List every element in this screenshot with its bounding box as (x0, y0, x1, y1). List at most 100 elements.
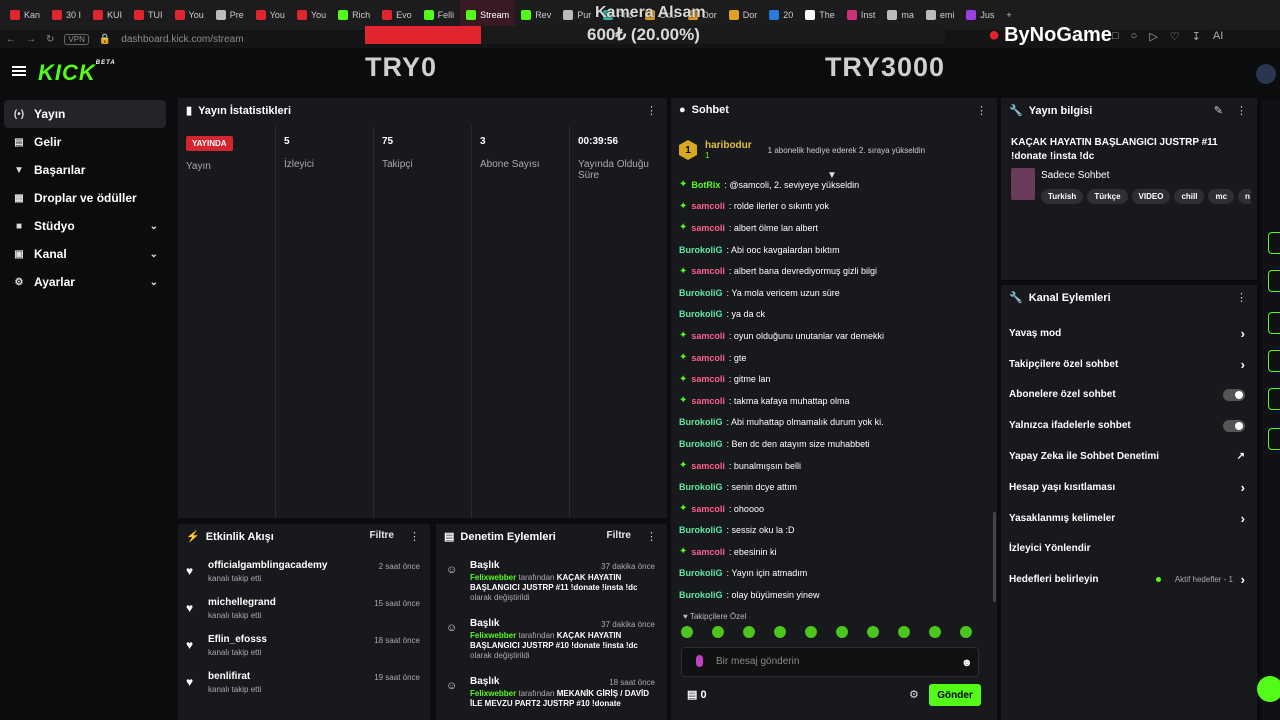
moderator-name[interactable]: Felixwebber (470, 631, 516, 640)
help-button[interactable] (1257, 676, 1280, 702)
category-name[interactable]: Sadece Sohbet (1041, 170, 1109, 181)
browser-tab[interactable]: emi (920, 0, 961, 30)
stream-tag[interactable]: Türkçe (1087, 189, 1128, 204)
shield-icon[interactable]: ○ (1131, 30, 1138, 43)
chat-username[interactable]: samcoli (691, 331, 725, 341)
chat-username[interactable]: samcoli (691, 396, 725, 406)
stream-tag[interactable]: chill (1174, 189, 1205, 204)
activity-item[interactable]: ♥ michellegrand kanalı takip etti 15 saat ö… (178, 593, 430, 630)
browser-tab[interactable]: ma (881, 0, 920, 30)
emote-icon[interactable] (898, 626, 910, 638)
channel-action-item[interactable]: Abonelere özel sohbet (1001, 380, 1257, 411)
stats-menu-icon[interactable]: ⋮ (646, 104, 657, 117)
mic-icon[interactable] (696, 655, 703, 667)
browser-tab[interactable]: 30 I (46, 0, 87, 30)
activity-item[interactable]: ♥ benlifirat kanalı takip etti 19 saat önce (178, 667, 430, 704)
moderation-item[interactable]: ☺ Başlık 37 dakika önce Felixwebber tarafın… (436, 556, 667, 614)
sidebar-item[interactable]: ▤ Gelir (4, 128, 166, 156)
chat-username[interactable]: samcoli (691, 201, 725, 211)
moderation-filter-button[interactable]: Filtre (607, 530, 631, 541)
browser-tab[interactable]: Inst (841, 0, 882, 30)
emote-icon[interactable] (836, 626, 848, 638)
chevron-down-icon[interactable]: ⌄ (150, 249, 158, 260)
channel-action-item[interactable]: İzleyici Yönlendir (1001, 534, 1257, 565)
emote-icon[interactable] (867, 626, 879, 638)
chevron-right-icon[interactable]: › (1241, 326, 1245, 341)
chat-username[interactable]: BurokoliG (679, 482, 723, 492)
sidebar-item[interactable]: ■ Stüdyo ⌄ (4, 212, 166, 240)
emote-icon[interactable] (743, 626, 755, 638)
external-link-icon[interactable]: ↗ (1237, 451, 1245, 462)
user-avatar[interactable] (1256, 64, 1276, 84)
chat-username[interactable]: BurokoliG (679, 525, 723, 535)
heart-icon[interactable]: ♡ (1170, 30, 1180, 43)
chevron-right-icon[interactable]: › (1241, 572, 1245, 587)
channel-action-item[interactable]: Yapay Zeka ile Sohbet Denetimi ↗ (1001, 441, 1257, 472)
browser-tab[interactable]: The (799, 0, 841, 30)
chat-username[interactable]: samcoli (691, 504, 725, 514)
chat-settings-icon[interactable]: ⚙ (909, 688, 919, 701)
sidebar-item[interactable]: ⚙ Ayarlar ⌄ (4, 268, 166, 296)
chevron-down-icon[interactable]: ⌄ (150, 221, 158, 232)
chat-username[interactable]: samcoli (691, 353, 725, 363)
activity-filter-button[interactable]: Filtre (370, 530, 394, 541)
emote-icon[interactable] (929, 626, 941, 638)
stream-tag[interactable]: VIDEO (1131, 189, 1171, 204)
browser-tab[interactable]: Stream (460, 0, 516, 30)
edit-icon[interactable]: ✎ (1214, 104, 1223, 117)
emote-icon[interactable] (960, 626, 972, 638)
chat-username[interactable]: samcoli (691, 547, 725, 557)
stream-tag[interactable]: mc (1208, 189, 1235, 204)
browser-tab[interactable]: You (291, 0, 332, 30)
chat-scrollbar[interactable] (993, 512, 996, 602)
channel-action-item[interactable]: Yalnızca ifadelerle sohbet (1001, 410, 1257, 441)
chat-username[interactable]: BurokoliG (679, 590, 723, 600)
sidebar-item[interactable]: ▣ Kanal ⌄ (4, 240, 166, 268)
channel-action-item[interactable]: Yavaş mod › (1001, 318, 1257, 349)
forward-icon[interactable]: → (26, 34, 36, 45)
vpn-badge[interactable]: VPN (64, 33, 89, 45)
toggle-switch[interactable] (1223, 388, 1245, 401)
activity-menu-icon[interactable]: ⋮ (409, 530, 420, 543)
emote-icon[interactable] (774, 626, 786, 638)
chevron-right-icon[interactable]: › (1241, 511, 1245, 526)
channel-actions-menu-icon[interactable]: ⋮ (1236, 291, 1247, 304)
pinned-username[interactable]: haribodur (705, 140, 752, 151)
chat-input[interactable]: Bir mesaj gönderin (681, 647, 979, 677)
browser-tab[interactable]: Dor (682, 0, 723, 30)
ai-label[interactable]: AI (1213, 30, 1223, 43)
channel-action-item[interactable]: Hesap yaşı kısıtlaması › (1001, 472, 1257, 503)
chevron-down-icon[interactable]: ⌄ (150, 277, 158, 288)
moderation-menu-icon[interactable]: ⋮ (646, 530, 657, 543)
chat-username[interactable]: BurokoliG (679, 568, 723, 578)
emote-icon[interactable] (681, 626, 693, 638)
play-icon[interactable]: ▷ (1149, 30, 1157, 43)
chat-menu-icon[interactable]: ⋮ (976, 104, 987, 117)
back-icon[interactable]: ← (6, 34, 16, 45)
download-icon[interactable]: ↧ (1192, 30, 1201, 43)
emote-icon[interactable] (805, 626, 817, 638)
points-display[interactable]: ▤ 0 (687, 688, 707, 701)
chat-username[interactable]: BotRix (691, 180, 720, 190)
browser-tab[interactable]: KUI (87, 0, 128, 30)
chat-username[interactable]: samcoli (691, 461, 725, 471)
channel-action-item[interactable]: Yasaklanmış kelimeler › (1001, 503, 1257, 534)
browser-tab[interactable]: Ödü (639, 0, 682, 30)
chat-username[interactable]: BurokoliG (679, 245, 723, 255)
browser-tab[interactable]: Pur (557, 0, 597, 30)
browser-tab[interactable]: Felli (418, 0, 461, 30)
browser-tab[interactable]: Pho (597, 0, 639, 30)
chat-username[interactable]: samcoli (691, 223, 725, 233)
browser-tab[interactable]: You (250, 0, 291, 30)
browser-tab[interactable]: Dor (723, 0, 764, 30)
send-button[interactable]: Gönder (929, 684, 981, 706)
browser-tab[interactable]: Kan (4, 0, 46, 30)
moderator-name[interactable]: Felixwebber (470, 689, 516, 698)
emote-icon[interactable] (712, 626, 724, 638)
browser-tab[interactable]: TUI (128, 0, 169, 30)
side-tool-button[interactable] (1268, 312, 1280, 334)
moderation-item[interactable]: ☺ Başlık 18 saat önce Felixwebber tarafında… (436, 672, 667, 720)
browser-tab[interactable]: Rev (515, 0, 557, 30)
url-field[interactable]: dashboard.kick.com/stream (121, 34, 243, 45)
toggle-switch[interactable] (1223, 419, 1245, 432)
